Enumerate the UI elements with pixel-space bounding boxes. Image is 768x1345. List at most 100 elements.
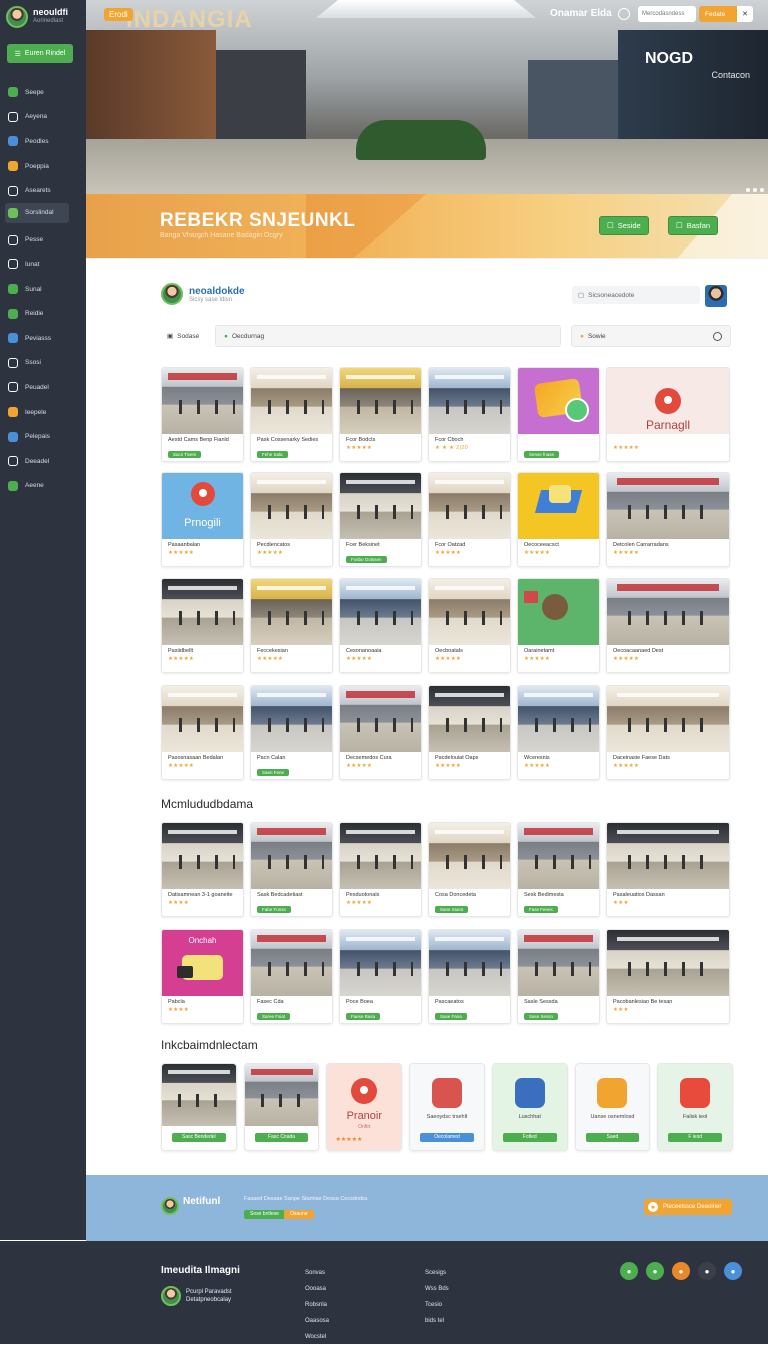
search-input[interactable]: ▢ Sicsoneacedote [572,286,700,304]
sidebar-item-sorslindal[interactable]: Sorslindal [5,202,69,223]
product-image[interactable] [429,579,510,645]
footer-link[interactable]: Robsnla [305,1297,329,1313]
carousel-dot[interactable] [760,188,764,192]
sidebar-item-peviasss[interactable]: Peviasss [8,326,78,351]
hero-badge[interactable]: Erodi [104,8,133,21]
leaf-icon[interactable]: ● [620,1262,638,1280]
sidebar-item-sunal[interactable]: Sunal [8,277,78,302]
filter-sort[interactable]: ▣ Sodase [161,325,213,347]
product-image[interactable] [518,823,599,889]
carousel-dots[interactable] [746,188,764,192]
product-tag[interactable]: Fehe Sala [257,451,288,458]
product-tag[interactable]: Sense fnase [524,451,560,458]
product-image[interactable] [607,473,729,539]
product-image[interactable]: Prnogili [162,473,243,539]
carousel-dot[interactable] [746,188,750,192]
product-image[interactable] [607,686,729,752]
product-card[interactable]: Aestd Cams Benp Fianld Sacs Tivem [161,367,244,462]
sidebar-item-deeadel[interactable]: Deeadel [8,449,78,474]
product-card[interactable]: Fcor Bodcts ★★★★★ [339,367,422,462]
product-card[interactable]: Pacn Calan Saen Fene [250,685,333,780]
product-card[interactable]: Onchah Pabcla ★★★★ [161,929,244,1024]
product-card[interactable]: Pasiidbellt ★★★★★ [161,578,244,673]
product-image[interactable] [162,368,243,434]
product-image[interactable] [518,686,599,752]
product-card[interactable]: Sense fnase [517,367,600,462]
product-image[interactable] [340,686,421,752]
app-card[interactable]: Fasc Coada [243,1063,320,1151]
footer-link[interactable]: Oooasa [305,1281,329,1297]
product-image[interactable] [251,686,332,752]
app-card[interactable]: Luschhat Fotled [491,1063,568,1151]
app-image[interactable] [162,1064,236,1126]
sidebar-item-reidie[interactable]: Reidie [8,301,78,326]
product-card[interactable]: Detcolen Carrarradans ★★★★★ [606,472,730,567]
product-card[interactable]: Pesduotonals ★★★★★ [339,822,422,917]
footer-band-tag-1[interactable]: Sose bntlese [244,1210,285,1219]
product-card[interactable]: Oecoacaanaed Dest ★★★★★ [606,578,730,673]
sidebar-item-aeyena[interactable]: Aeyena [8,105,78,130]
product-card[interactable]: Prnogili Pasaanbalan ★★★★★ [161,472,244,567]
banner-button-2[interactable]: ☐ Basfan [668,216,719,235]
app-card[interactable]: Uanse osnemlosd Saed [574,1063,651,1151]
brand[interactable]: neouldfi Aorinedlast [6,6,68,28]
product-tag[interactable]: Faese Basa [346,1013,381,1020]
user-avatar[interactable] [705,285,727,307]
filter-location[interactable]: ● Sowie [571,325,731,347]
product-image[interactable] [607,930,729,996]
product-tag[interactable]: Fabe Fonss [257,906,291,913]
footer-link[interactable]: bids tel [425,1313,449,1329]
sidebar-item-ssosi[interactable]: Ssosi [8,351,78,376]
product-image[interactable] [251,823,332,889]
footer-band-cta[interactable]: ● Pteceelssce Deaoiner [644,1199,732,1215]
product-card[interactable]: Oecboatals ★★★★★ [428,578,511,673]
footer-band-links[interactable]: Fasaed Dessae Sanpe Stamiae Dessa Cecsdo… [244,1196,368,1202]
close-icon[interactable]: ✕ [737,6,753,22]
product-image[interactable] [251,930,332,996]
sidebar-item-aeene[interactable]: Aeene [8,474,78,499]
sidebar-primary-button[interactable]: ☰ Euren Rindel [7,44,73,63]
product-card[interactable]: Pask Cossenarky Sedies Fehe Sala [250,367,333,462]
product-tag[interactable]: Fase Fenes [524,906,558,913]
top-search-input[interactable]: Mercodasndess [638,6,696,22]
app-action-button[interactable]: F iesd [668,1133,723,1142]
product-card[interactable]: Cosa Doncedeta Sane Ssent [428,822,511,917]
product-card[interactable]: Cesonanoaaia ★★★★★ [339,578,422,673]
footer-link[interactable]: Oaasosa [305,1313,329,1329]
sidebar-item-ieepele[interactable]: Ieepele [8,400,78,425]
product-card[interactable]: Fcor Cboch ★ ★ ★ 2|20 [428,367,511,462]
footer-link[interactable]: Scesigs [425,1265,449,1281]
product-image[interactable] [340,473,421,539]
product-image[interactable] [429,823,510,889]
product-image[interactable] [340,823,421,889]
app-action-button[interactable]: Fotled [502,1133,557,1142]
qr-icon[interactable]: ● [698,1262,716,1280]
product-image[interactable] [251,473,332,539]
product-card[interactable]: Oecoceeacsct ★★★★★ [517,472,600,567]
product-image[interactable] [518,930,599,996]
sidebar-item-asearets[interactable]: Asearets [8,178,78,203]
product-tag[interactable]: Fosbo Gotssen [346,556,387,563]
app-card[interactable]: Falisk ieol F iesd [657,1063,734,1151]
app-card[interactable]: Saeoydsc trsehlt Oecolamed [409,1063,485,1151]
product-card[interactable]: Decsemedos Cura ★★★★★ [339,685,422,780]
product-image[interactable] [607,579,729,645]
product-image[interactable] [429,686,510,752]
product-image[interactable] [607,823,729,889]
product-tag[interactable]: Saree Fsiat [257,1013,291,1020]
product-tag[interactable]: Sacs Tivem [168,451,202,458]
product-image[interactable] [429,473,510,539]
product-image[interactable] [518,473,599,539]
sidebar-item-pesse[interactable]: Pesse [8,228,78,253]
product-tag[interactable]: Sase Sessn [524,1013,559,1020]
product-image[interactable] [518,579,599,645]
sidebar-item-peuadel[interactable]: Peuadel [8,375,78,400]
app-action-button[interactable]: Oecolamed [420,1133,474,1142]
app-action-button[interactable]: Fasc Coada [254,1133,309,1142]
product-card[interactable]: Parnagll ★★★★★ [606,367,730,462]
profile-header[interactable]: neoaldokde Sicsy sase Idisn [161,283,245,305]
map-pin-icon[interactable]: ● [724,1262,742,1280]
banner-button-1[interactable]: ☐ Seside [599,216,649,235]
sidebar-item-peodles[interactable]: Peodles [8,129,78,154]
product-card[interactable]: Pasosnasaan Bedalan ★★★★★ [161,685,244,780]
